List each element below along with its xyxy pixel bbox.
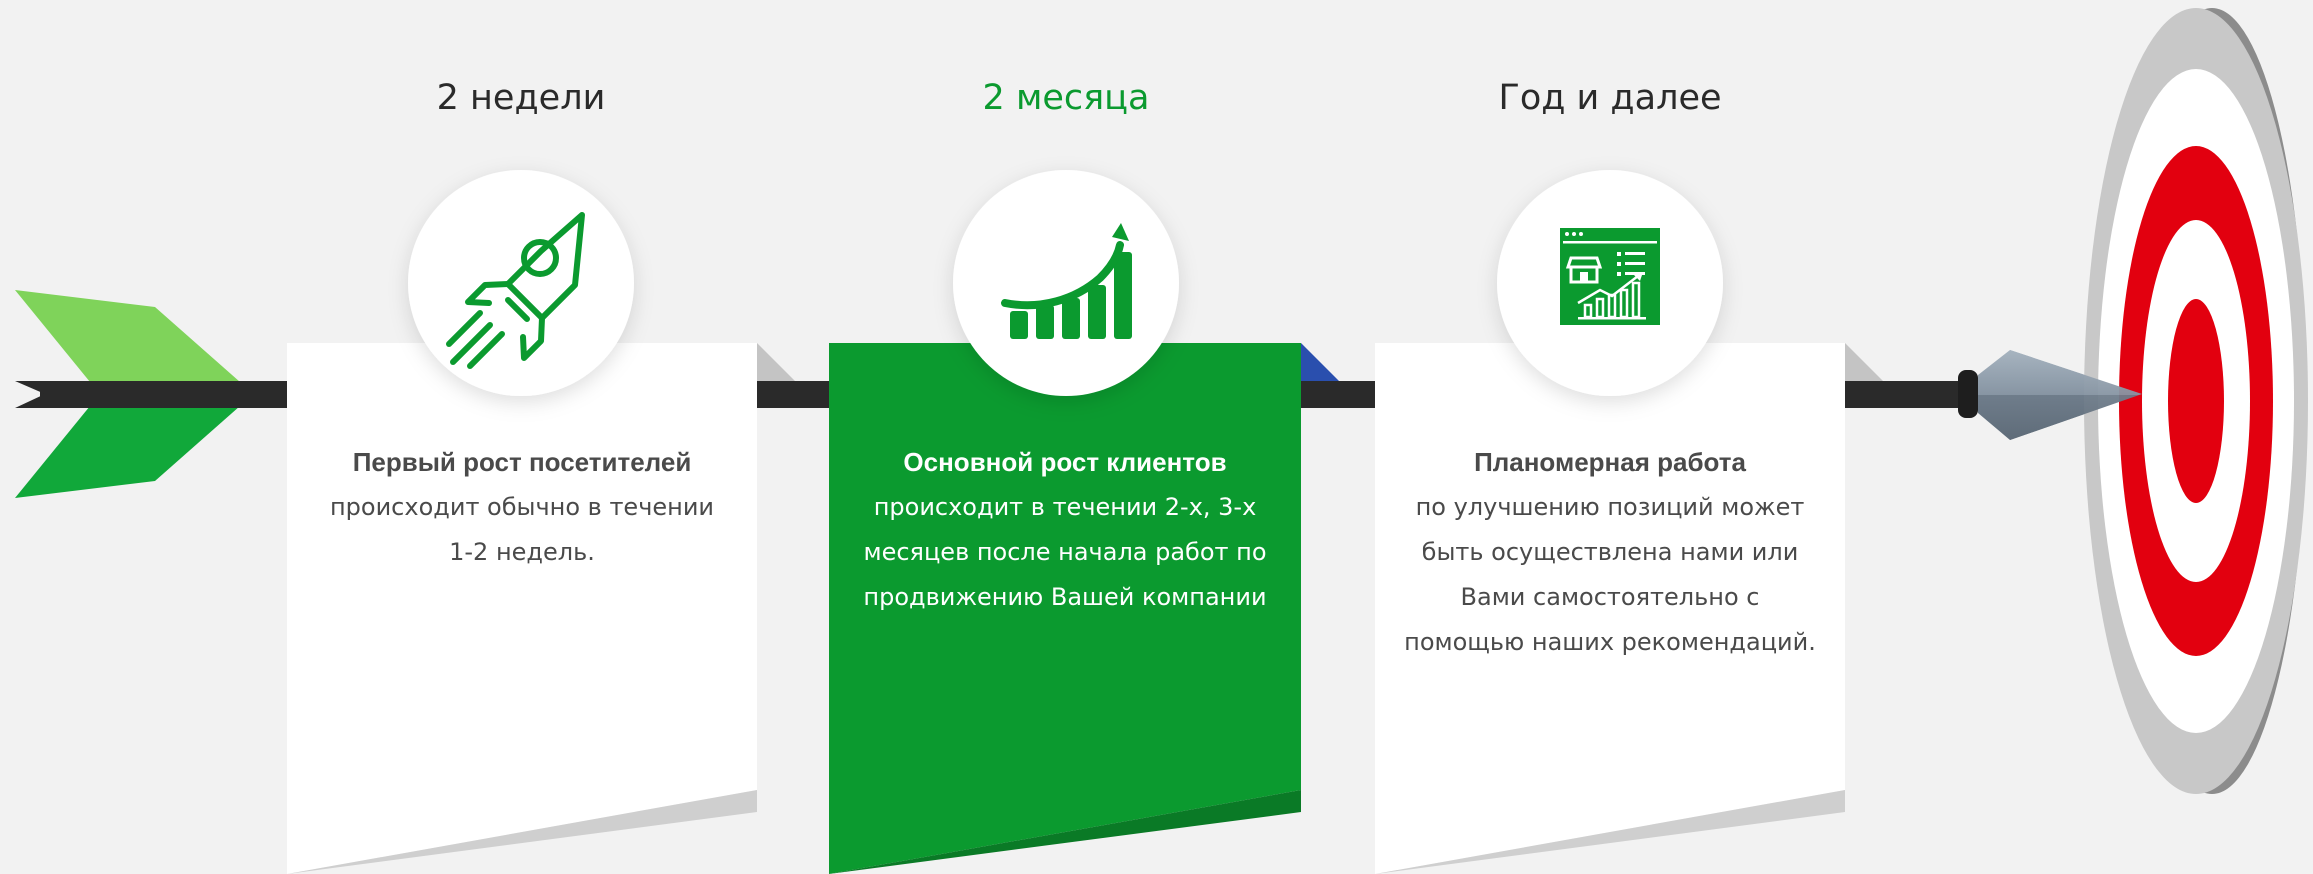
stage-title-3: Год и далее [1498,78,1722,118]
stage-text-line: Вами самостоятельно с [1460,583,1760,611]
stage-description-1: Первый рост посетителей происходит обычн… [302,440,742,575]
arrow-fletching-lower [15,406,240,498]
target-bullseye [2168,299,2224,503]
stage-description-2: Основной рост клиентов происходит в тече… [845,440,1285,620]
stage-text-line: происходит обычно в течении [329,493,715,521]
stage-text-line: быть осуществлена нами или [1421,538,1799,566]
stage-description-3: Планомерная работа по улучшению позиций … [1390,440,1830,665]
stage-icon-circle-1 [408,170,634,396]
stage-icon-circle-3 [1497,170,1723,396]
stage-heading: Первый рост посетителей [352,447,692,477]
stage-heading: Планомерная работа [1474,447,1746,477]
stage-title-1: 2 недели [436,78,606,118]
stage-text-line: по улучшению позиций может [1415,493,1805,521]
card-fold [757,343,795,381]
stage-card-1 [287,343,795,874]
stage-text-line: помощью наших рекомендаций. [1404,628,1816,656]
stage-text-line: происходит в течении 2-х, 3-х [873,493,1257,521]
web-store-analytics-icon [1560,228,1660,325]
arrow-tip-collar [1958,370,1978,418]
card-fold [1301,343,1339,381]
arrow-nock [15,381,50,408]
stage-title-2: 2 месяца [982,78,1150,118]
arrow-fletching-upper [15,290,240,382]
stage-text-line: месяцев после начала работ по [863,538,1267,566]
stage-icon-circle-2 [953,170,1179,396]
stage-text-line: продвижению Вашей компании [863,583,1267,611]
card-fold [1845,343,1883,381]
stage-heading: Основной рост клиентов [903,447,1227,477]
stage-text-line: 1-2 недель. [449,538,595,566]
timeline-scene [15,8,2308,874]
card-body [287,343,757,874]
